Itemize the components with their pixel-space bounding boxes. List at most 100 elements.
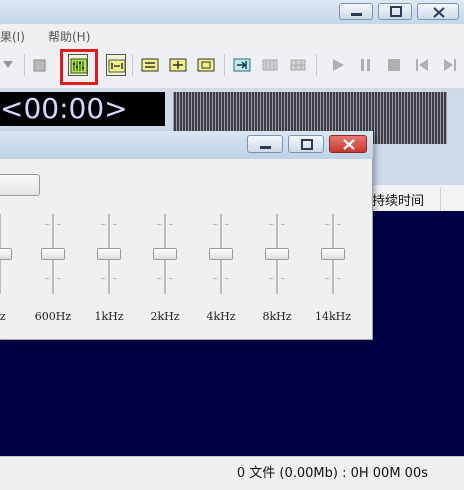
next-icon bbox=[444, 59, 456, 71]
slider-thumb[interactable] bbox=[153, 248, 177, 260]
eq-close-button[interactable] bbox=[329, 135, 367, 153]
equalizer-highlight-box bbox=[60, 49, 98, 85]
close-button[interactable] bbox=[417, 3, 459, 20]
slider-tick bbox=[213, 278, 217, 279]
dropdown-arrow-button[interactable] bbox=[0, 54, 20, 76]
menu-effects[interactable]: 果(I) bbox=[0, 28, 25, 45]
next-track-button[interactable] bbox=[232, 54, 252, 76]
stop-icon bbox=[388, 59, 400, 71]
slider-tick bbox=[269, 278, 273, 279]
slider-tick bbox=[45, 278, 49, 279]
slider-tick bbox=[157, 278, 161, 279]
play-button[interactable] bbox=[328, 54, 348, 76]
loop-b-icon bbox=[169, 58, 187, 72]
toolbar-separator bbox=[316, 54, 317, 76]
loop-b-button[interactable] bbox=[168, 54, 188, 76]
eq-slider[interactable] bbox=[97, 214, 121, 294]
eq-band-label: 2kHz bbox=[150, 310, 180, 323]
slider-tick bbox=[57, 224, 61, 225]
marker-button[interactable] bbox=[106, 54, 126, 76]
column-divider[interactable] bbox=[440, 187, 441, 211]
slider-tick bbox=[101, 224, 105, 225]
slider-thumb[interactable] bbox=[209, 248, 233, 260]
eq-preset-button[interactable] bbox=[0, 174, 40, 196]
status-text: 0 文件 (0.00Mb) : 0H 00M 00s bbox=[236, 466, 428, 481]
eq-slider[interactable] bbox=[0, 214, 12, 294]
slider-tick bbox=[45, 224, 49, 225]
maximize-icon bbox=[301, 139, 313, 150]
main-title-bar bbox=[0, 0, 464, 24]
eq-maximize-button[interactable] bbox=[288, 135, 324, 153]
eq-slider[interactable] bbox=[321, 214, 345, 294]
slider-thumb[interactable] bbox=[321, 248, 345, 260]
toolbar-separator bbox=[224, 54, 225, 76]
close-icon bbox=[343, 139, 355, 150]
loop-c-button[interactable] bbox=[196, 54, 216, 76]
slider-tick bbox=[225, 224, 229, 225]
eq-slider[interactable] bbox=[41, 214, 65, 294]
slider-tick bbox=[101, 278, 105, 279]
slider-tick bbox=[169, 224, 173, 225]
marker-icon bbox=[108, 59, 126, 73]
slider-thumb[interactable] bbox=[41, 248, 65, 260]
eq-minimize-button[interactable] bbox=[247, 135, 283, 153]
equalizer-title-bar[interactable] bbox=[0, 131, 373, 159]
menu-help[interactable]: 帮助(H) bbox=[48, 28, 90, 45]
pause-icon bbox=[361, 59, 370, 71]
stop-button[interactable] bbox=[384, 54, 404, 76]
arrow-down-icon bbox=[3, 61, 13, 68]
slider-tick bbox=[325, 278, 329, 279]
menu-bar: 果(I) 帮助(H) bbox=[0, 24, 464, 46]
toolbar-separator bbox=[132, 54, 133, 76]
eq-band-label: 1kHz bbox=[94, 310, 124, 323]
grid-button-1[interactable] bbox=[260, 54, 280, 76]
slider-tick bbox=[113, 224, 117, 225]
slider-tick bbox=[169, 278, 173, 279]
grid-icon bbox=[262, 59, 278, 71]
time-readout: <00:00> bbox=[0, 92, 128, 125]
eq-band-label: 8kHz bbox=[262, 310, 292, 323]
eq-band-label: Hz bbox=[0, 310, 6, 323]
slider-thumb[interactable] bbox=[97, 248, 121, 260]
slider-tick bbox=[337, 278, 341, 279]
maximize-icon bbox=[390, 6, 402, 17]
grid-button-2[interactable] bbox=[288, 54, 308, 76]
eq-band-label: 4kHz bbox=[206, 310, 236, 323]
slider-tick bbox=[269, 224, 273, 225]
loop-c-icon bbox=[197, 58, 215, 72]
slider-tick bbox=[281, 278, 285, 279]
minimize-icon bbox=[351, 13, 362, 16]
toolbar-button-1[interactable] bbox=[30, 54, 50, 76]
slider-tick bbox=[225, 278, 229, 279]
next-button[interactable] bbox=[440, 54, 460, 76]
play-icon bbox=[333, 59, 344, 71]
pause-button[interactable] bbox=[356, 54, 376, 76]
slider-thumb[interactable] bbox=[0, 248, 12, 260]
previous-button[interactable] bbox=[412, 54, 432, 76]
slider-tick bbox=[281, 224, 285, 225]
slider-tick bbox=[113, 278, 117, 279]
loop-a-icon bbox=[141, 58, 159, 72]
grid-icon bbox=[290, 59, 306, 71]
slider-tick bbox=[57, 278, 61, 279]
close-icon bbox=[433, 7, 445, 18]
slider-thumb[interactable] bbox=[265, 248, 289, 260]
slider-tick bbox=[213, 224, 217, 225]
toolbar-separator bbox=[24, 54, 25, 76]
minimize-button[interactable] bbox=[339, 3, 373, 20]
eq-slider[interactable] bbox=[265, 214, 289, 294]
slider-tick bbox=[337, 224, 341, 225]
slider-tick bbox=[325, 224, 329, 225]
eq-slider[interactable] bbox=[153, 214, 177, 294]
maximize-button[interactable] bbox=[378, 3, 412, 20]
stop-square-icon bbox=[33, 59, 46, 72]
eq-band-label: 14kHz bbox=[314, 310, 352, 323]
eq-slider[interactable] bbox=[209, 214, 233, 294]
eq-band-label: 600Hz bbox=[34, 310, 72, 323]
previous-icon bbox=[416, 59, 428, 71]
column-header-duration[interactable]: 持续时间 bbox=[372, 190, 424, 209]
minimize-icon bbox=[260, 146, 271, 149]
slider-tick bbox=[157, 224, 161, 225]
loop-a-button[interactable] bbox=[140, 54, 160, 76]
next-track-icon bbox=[233, 58, 251, 72]
